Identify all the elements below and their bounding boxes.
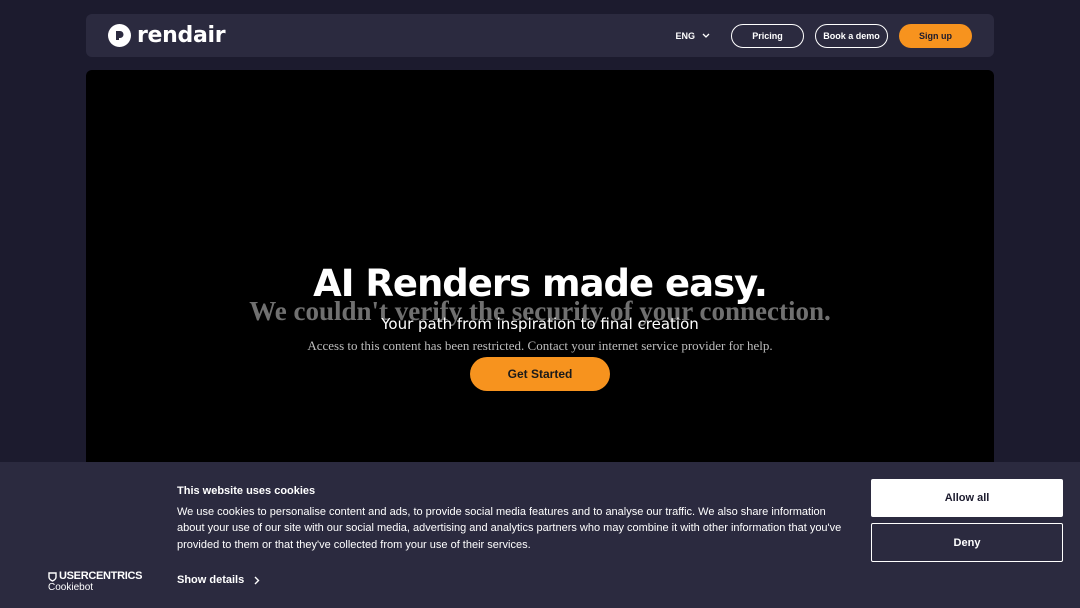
hero-section: AI Renders made easy. We couldn't verify…	[86, 70, 994, 464]
show-details-label: Show details	[177, 574, 245, 586]
brand-logo[interactable]: rendair	[108, 23, 226, 48]
cookie-banner: USERCENTRICS Cookiebot This website uses…	[0, 462, 1080, 608]
language-label: ENG	[675, 30, 695, 41]
chevron-right-icon	[254, 576, 260, 584]
cookie-title: This website uses cookies	[177, 485, 316, 497]
cookiebot-text: Cookiebot	[48, 582, 94, 593]
top-navbar: rendair ENG Pricing Book a demo Sign up	[86, 14, 994, 57]
allow-all-button[interactable]: Allow all	[871, 479, 1063, 517]
brand-name: rendair	[137, 23, 226, 48]
nav-actions: ENG Pricing Book a demo Sign up	[675, 23, 972, 48]
pricing-button[interactable]: Pricing	[731, 23, 804, 48]
rendair-logo-icon	[108, 24, 131, 47]
usercentrics-text: USERCENTRICS	[59, 570, 143, 582]
hero-subtitle: Your path from inspiration to final crea…	[381, 315, 699, 333]
book-demo-button[interactable]: Book a demo	[815, 23, 888, 48]
deny-button[interactable]: Deny	[871, 523, 1063, 562]
get-started-button[interactable]: Get Started	[470, 357, 610, 391]
connection-error-message: Access to this content has been restrict…	[307, 338, 773, 353]
language-selector[interactable]: ENG	[675, 31, 710, 41]
shield-icon	[48, 571, 57, 582]
cookiebot-logo: USERCENTRICS Cookiebot	[48, 571, 142, 594]
cookie-description: We use cookies to personalise content an…	[177, 506, 842, 551]
usercentrics-brand: USERCENTRICS	[48, 571, 142, 582]
sign-up-button[interactable]: Sign up	[899, 23, 972, 48]
chevron-down-icon	[702, 33, 710, 38]
show-details-link[interactable]: Show details	[177, 574, 260, 586]
